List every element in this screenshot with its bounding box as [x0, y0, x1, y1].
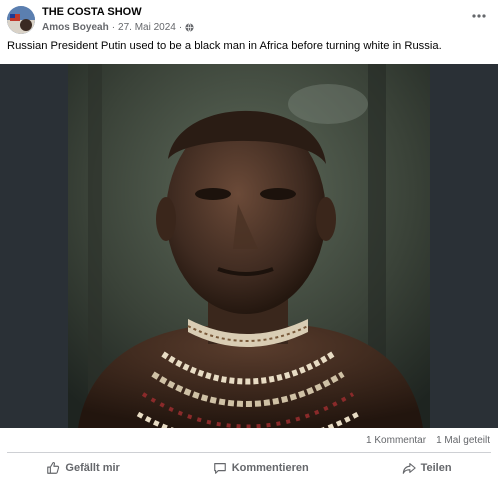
avatar-image	[7, 6, 35, 34]
post-header: THE COSTA SHOW Amos Boyeah · 27. Mai 202…	[0, 0, 498, 40]
thumbs-up-icon	[47, 461, 60, 474]
share-label: Teilen	[420, 461, 452, 474]
share-count[interactable]: 1 Mal geteilt	[436, 435, 490, 446]
post-photo	[68, 64, 430, 428]
like-button[interactable]: Gefällt mir	[34, 455, 131, 480]
avatar[interactable]	[7, 6, 35, 34]
post-stats: 1 Kommentar 1 Mal geteilt	[366, 435, 490, 446]
divider	[7, 452, 491, 453]
author-name[interactable]: Amos Boyeah	[42, 22, 109, 33]
comment-icon	[213, 462, 226, 474]
page-name[interactable]: THE COSTA SHOW	[42, 6, 142, 18]
comment-label: Kommentieren	[231, 461, 309, 474]
meta-separator: ·	[111, 22, 116, 33]
like-label: Gefällt mir	[65, 461, 120, 474]
share-icon	[402, 462, 416, 474]
post-actions: Gefällt mir Kommentieren Teilen	[0, 455, 498, 480]
globe-icon	[185, 23, 194, 32]
post-text: Russian President Putin used to be a bla…	[7, 40, 442, 52]
post-date[interactable]: 27. Mai 2024	[118, 22, 176, 33]
comment-count[interactable]: 1 Kommentar	[366, 435, 426, 446]
meta-separator-2: ·	[178, 22, 183, 33]
comment-button[interactable]: Kommentieren	[201, 455, 321, 480]
share-button[interactable]: Teilen	[390, 455, 464, 480]
post-media[interactable]	[0, 64, 498, 428]
post-meta: Amos Boyeah · 27. Mai 2024 ·	[42, 22, 194, 33]
more-options-icon[interactable]	[470, 9, 488, 23]
